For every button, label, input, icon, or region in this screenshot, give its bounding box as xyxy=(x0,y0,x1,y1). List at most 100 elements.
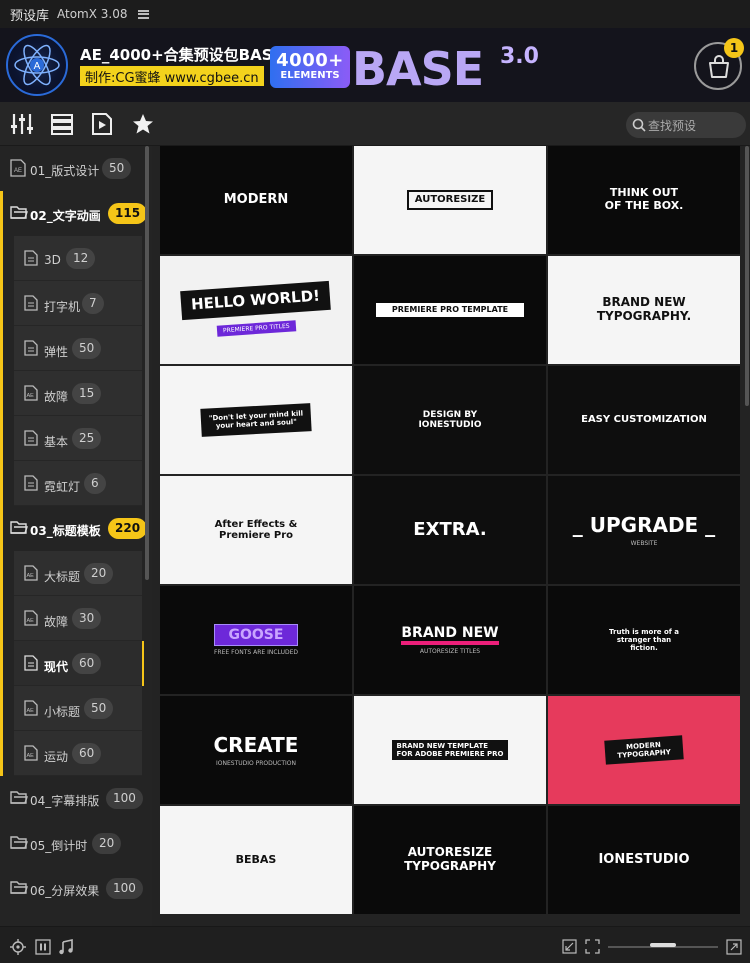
subcategory-label: 现代 xyxy=(44,660,69,674)
thumbnail-title: AUTORESIZE TYPOGRAPHY xyxy=(404,845,496,873)
svg-text:AE: AE xyxy=(27,573,35,579)
thumbnail-title: IONESTUDIO xyxy=(598,851,690,867)
preset-thumbnail[interactable]: BRAND NEW AUTORESIZE TITLES xyxy=(354,586,546,694)
subcategory-item[interactable]: 弹性 50 xyxy=(14,326,142,371)
category-01[interactable]: AE 01_版式设计 50 xyxy=(0,146,152,191)
app-title: 预设库 xyxy=(10,8,50,24)
grid-scrollbar[interactable] xyxy=(745,146,749,406)
hamburger-menu-icon[interactable] xyxy=(137,9,149,19)
category-count: 100 xyxy=(106,878,143,899)
preset-thumbnail[interactable]: EASY CUSTOMIZATION xyxy=(548,366,740,474)
shrink-icon[interactable] xyxy=(562,939,577,954)
thumbnail-subtitle: AUTORESIZE TITLES xyxy=(419,648,481,656)
category-count: 20 xyxy=(92,833,122,854)
music-note-icon[interactable] xyxy=(58,939,74,955)
subcategory-item-selected[interactable]: 现代 60 xyxy=(14,641,144,686)
thumbnail-subtitle: WEBSITE xyxy=(630,539,658,547)
pause-icon[interactable] xyxy=(35,939,51,955)
subcategory-count: 60 xyxy=(72,743,102,764)
thumbnail-subtitle: IONESTUDIO PRODUCTION xyxy=(215,759,296,767)
expanded-indicator xyxy=(0,191,3,516)
subcategory-label: 弹性 xyxy=(44,345,69,359)
preset-thumbnail[interactable]: HELLO WORLD! PREMIERE PRO TITLES xyxy=(160,256,352,364)
preset-thumbnail[interactable]: PREMIERE PRO TEMPLATE xyxy=(354,256,546,364)
title-bar: 预设库 AtomX 3.08 xyxy=(0,0,750,28)
subcategory-count: 6 xyxy=(84,473,106,494)
category-05[interactable]: 05_倒计时 20 xyxy=(0,821,152,866)
subcategory-item[interactable]: AE 故障 30 xyxy=(14,596,142,641)
preset-thumbnail[interactable]: MODERN TYPOGRAPHY xyxy=(548,696,740,804)
preset-thumbnail[interactable]: BRAND NEW TYPOGRAPHY. xyxy=(548,256,740,364)
preset-thumbnail[interactable]: CREATE IONESTUDIO PRODUCTION xyxy=(160,696,352,804)
svg-text:AE: AE xyxy=(27,753,35,759)
category-04[interactable]: 04_字幕排版 100 xyxy=(0,776,152,821)
subcategory-item[interactable]: AE 小标题 50 xyxy=(14,686,142,731)
preset-thumbnail[interactable]: BRAND NEW TEMPLATE FOR ADOBE PREMIERE PR… xyxy=(354,696,546,804)
sliders-icon[interactable] xyxy=(10,112,34,136)
preset-thumbnail[interactable]: Truth is more of a stranger than fiction… xyxy=(548,586,740,694)
fit-screen-icon[interactable] xyxy=(585,939,600,954)
category-label: 06_分屏效果 xyxy=(30,884,100,898)
list-view-icon[interactable] xyxy=(50,112,74,136)
shopping-bag-icon xyxy=(709,55,729,78)
folder-open-icon xyxy=(10,521,28,534)
category-06[interactable]: 06_分屏效果 100 xyxy=(0,866,152,911)
thumbnail-title: BRAND NEW xyxy=(401,625,499,646)
brand-version: 3.0 xyxy=(500,44,539,69)
subcategory-count: 60 xyxy=(72,653,102,674)
preset-thumbnail[interactable]: IONESTUDIO xyxy=(548,806,740,914)
promo-banner[interactable]: A AE_4000+合集预设包BASE V3 制作:CG蜜蜂 www.cgbee… xyxy=(0,28,750,102)
subcategory-item[interactable]: 基本 25 xyxy=(14,416,142,461)
crosshair-icon[interactable] xyxy=(10,939,26,955)
preset-thumbnail[interactable]: AUTORESIZE xyxy=(354,146,546,254)
subcategory-count: 20 xyxy=(84,563,114,584)
badge-label: ELEMENTS xyxy=(280,70,340,81)
preset-thumbnail[interactable]: DESIGN BY IONESTUDIO xyxy=(354,366,546,474)
category-count: 220 xyxy=(108,518,148,539)
subcategory-label: 故障 xyxy=(44,390,69,404)
toolbar: 查找预设 xyxy=(0,102,750,146)
thumbnail-title: After Effects & Premiere Pro xyxy=(214,518,298,542)
category-03[interactable]: 03_标题模板 220 xyxy=(0,506,152,551)
subcategory-item[interactable]: 3D 12 xyxy=(14,236,142,281)
preset-thumbnail[interactable]: EXTRA. xyxy=(354,476,546,584)
preset-thumbnail[interactable]: THINK OUT OF THE BOX. xyxy=(548,146,740,254)
subcategory-label: 霓虹灯 xyxy=(44,480,81,494)
zoom-slider-handle[interactable] xyxy=(650,943,676,947)
preset-thumbnail[interactable]: _ UPGRADE _ WEBSITE xyxy=(548,476,740,584)
preset-thumbnail[interactable]: After Effects & Premiere Pro xyxy=(160,476,352,584)
subcategory-count: 50 xyxy=(72,338,102,359)
subcategory-count: 7 xyxy=(82,293,104,314)
expand-icon[interactable] xyxy=(726,939,742,955)
category-label: 05_倒计时 xyxy=(30,839,88,853)
search-input[interactable]: 查找预设 xyxy=(648,117,696,134)
subcategory-item[interactable]: AE 运动 60 xyxy=(14,731,142,776)
preset-thumbnail[interactable]: MODERN xyxy=(160,146,352,254)
favorites-star-icon[interactable] xyxy=(131,112,155,136)
subcategory-item[interactable]: 霓虹灯 6 xyxy=(14,461,142,506)
preset-thumbnail[interactable]: AUTORESIZE TYPOGRAPHY xyxy=(354,806,546,914)
thumbnail-title: PREMIERE PRO TEMPLATE xyxy=(375,303,525,317)
svg-text:AE: AE xyxy=(27,618,35,624)
preset-thumbnail[interactable]: "Don't let your mind kill your heart and… xyxy=(160,366,352,474)
thumbnail-title: _ UPGRADE _ xyxy=(572,512,716,537)
preset-thumbnail[interactable]: BEBAS xyxy=(160,806,352,914)
svg-text:AE: AE xyxy=(27,393,35,399)
cart-count-badge: 1 xyxy=(724,38,744,58)
preset-grid: MODERN AUTORESIZE THINK OUT OF THE BOX. HEL… xyxy=(160,146,746,926)
ae-file-icon: AE xyxy=(24,610,38,626)
subcategory-item[interactable]: 打字机 7 xyxy=(14,281,142,326)
category-02[interactable]: 02_文字动画 115 xyxy=(0,191,152,236)
sidebar-scrollbar[interactable] xyxy=(145,146,149,580)
thumbnail-title: GOOSE xyxy=(213,623,299,647)
subcategory-label: 基本 xyxy=(44,435,69,449)
preset-thumbnail[interactable]: GOOSE FREE FONTS ARE INCLUDED xyxy=(160,586,352,694)
preview-play-icon[interactable] xyxy=(90,112,114,136)
file-icon xyxy=(24,655,38,671)
subcategory-item[interactable]: AE 大标题 20 xyxy=(14,551,142,596)
search-box[interactable]: 查找预设 xyxy=(626,112,746,138)
subcategory-item[interactable]: AE 故障 15 xyxy=(14,371,142,416)
thumbnail-title: AUTORESIZE xyxy=(406,190,494,210)
subcategory-count: 50 xyxy=(84,698,114,719)
subcategory-count: 12 xyxy=(66,248,96,269)
